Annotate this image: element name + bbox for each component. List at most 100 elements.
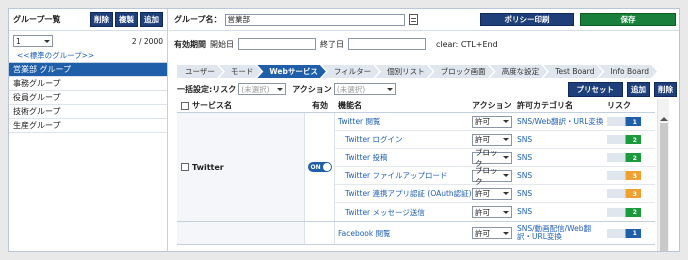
scroll-up-icon[interactable] — [660, 117, 668, 121]
chevron-down-icon — [503, 156, 509, 159]
tab-advanced-settings[interactable]: 高度な設定 — [490, 65, 548, 78]
action-value: 許可 — [475, 207, 490, 217]
group-item-engineering[interactable]: 技術グループ — [9, 105, 167, 119]
function-name[interactable]: Twitter メッセージ送信 — [335, 207, 472, 218]
risk-level-bar: 3 — [607, 189, 641, 198]
clear-hint: clear: CTL+End — [436, 39, 498, 49]
action-select[interactable]: ブロック — [472, 148, 512, 168]
service-name-cell: Twitter — [177, 113, 305, 221]
function-name[interactable]: Twitter ファイルアップロード — [335, 170, 472, 181]
header-enabled: 有効 — [312, 101, 328, 110]
bulk-action-select[interactable]: (未選択) — [333, 83, 396, 95]
risk-level-bar: 2 — [607, 153, 641, 162]
group-item-sales[interactable]: 営業部 グループ — [9, 63, 167, 77]
chevron-down-icon — [44, 39, 50, 43]
group-item-executives[interactable]: 役員グループ — [9, 91, 167, 105]
header-service-name: サービス名 — [177, 100, 305, 111]
header-function-name: 機能名 — [338, 101, 362, 110]
chevron-down-icon — [386, 87, 393, 91]
page-count: 2 / 2000 — [131, 36, 163, 46]
delete-group-button[interactable]: 削除 — [90, 12, 113, 27]
bulk-action-value: (未選択) — [336, 84, 366, 94]
bulk-risk-select[interactable]: (未選択) — [238, 83, 287, 95]
allowed-category[interactable]: SNS — [517, 189, 605, 198]
action-select[interactable]: 許可 — [472, 187, 512, 200]
group-item-office[interactable]: 事務グループ — [9, 77, 167, 91]
allowed-category[interactable]: SNS — [517, 208, 605, 216]
standard-group-link[interactable]: <<標準のグループ>> — [9, 49, 167, 62]
group-list-header: グループ一覧 削除 複製 追加 — [9, 9, 167, 31]
group-name-input[interactable]: 営業部 — [224, 13, 405, 26]
tab-test-board[interactable]: Test Board — [543, 65, 602, 78]
allowed-category[interactable]: SNS — [517, 135, 605, 144]
preset-button[interactable]: プリセット — [567, 81, 623, 97]
allowed-category[interactable]: SNS — [517, 171, 605, 180]
select-all-checkbox[interactable] — [181, 101, 189, 110]
document-icon[interactable] — [408, 14, 418, 25]
function-name[interactable]: Twitter 閲覧 — [335, 116, 472, 127]
page-select[interactable]: 1 — [13, 35, 53, 47]
table-row: Twitter 連携アプリ認証 (OAuth認証) 許可 SNS 3 — [335, 185, 655, 203]
tab-web-services[interactable]: Webサービス — [257, 65, 325, 78]
risk-level-bar: 1 — [607, 228, 641, 238]
start-date-input[interactable] — [238, 38, 316, 50]
table-row: Twitter メッセージ送信 許可 SNS 2 — [335, 203, 655, 221]
end-date-input[interactable] — [348, 38, 426, 50]
save-button[interactable]: 保存 — [580, 13, 676, 26]
add-service-button[interactable]: 追加 — [627, 81, 650, 97]
scrollbar-thumb[interactable] — [660, 123, 668, 251]
page-select-value: 1 — [16, 36, 21, 46]
end-date-label: 終了日 — [320, 39, 344, 49]
action-select[interactable]: 許可 — [472, 227, 512, 239]
chevron-down-icon — [503, 120, 509, 123]
function-name[interactable]: Twitter 投稿 — [335, 152, 472, 163]
group-pager: 1 2 / 2000 — [9, 33, 167, 49]
tab-individual-list[interactable]: 個別リスト — [375, 65, 433, 78]
group-item-production[interactable]: 生産グループ — [9, 119, 167, 133]
allowed-category[interactable]: SNS/動画配信/Web翻訳・URL変換 — [517, 225, 605, 241]
risk-level-bar: 3 — [607, 171, 641, 180]
group-name-label: グループ名： — [174, 15, 222, 24]
policy-tabs: ユーザー モード Webサービス フィルター 個別リスト ブロック画面 高度な設… — [177, 65, 653, 78]
tab-info-board[interactable]: Info Board — [598, 65, 657, 78]
tab-filter[interactable]: フィルター — [322, 65, 379, 78]
bulk-action-label: アクション — [292, 84, 332, 94]
allowed-category[interactable]: SNS/Web翻訳・URL変換 — [517, 117, 605, 126]
table-header: サービス名 有効 機能名 アクション 許可カテゴリ名 リスク — [177, 99, 655, 113]
action-value: 許可 — [475, 228, 490, 238]
group-name-value: 営業部 — [227, 15, 251, 24]
action-value: 許可 — [475, 117, 490, 126]
risk-level-bar: 1 — [607, 117, 641, 126]
start-date-label: 開始日 — [210, 39, 234, 49]
tab-mode[interactable]: モード — [219, 65, 262, 78]
period-label: 有効期間 — [174, 39, 206, 49]
chevron-down-icon — [503, 138, 509, 141]
delete-service-button[interactable]: 削除 — [654, 81, 677, 97]
function-name[interactable]: Twitter ログイン — [335, 134, 472, 145]
policy-editor: グループ名： 営業部 ポリシー印刷 保存 有効期間 開始日 終了日 clear:… — [169, 9, 679, 251]
service-checkbox[interactable] — [181, 163, 189, 171]
duplicate-group-button[interactable]: 複製 — [115, 12, 138, 27]
tab-block-screen[interactable]: ブロック画面 — [429, 65, 494, 78]
group-list-panel: グループ一覧 削除 複製 追加 1 2 / 2000 <<標準のグループ>> 営… — [9, 9, 168, 251]
add-group-button[interactable]: 追加 — [140, 12, 163, 27]
function-rows: Twitter 閲覧 許可 SNS/Web翻訳・URL変換 1 Twitter … — [335, 113, 655, 221]
enabled-toggle[interactable]: ON — [307, 162, 332, 172]
action-select[interactable]: 許可 — [472, 133, 512, 146]
table-body: Twitter ON Twitter 閲覧 許可 SNS/Web翻訳・URL変換… — [177, 113, 655, 245]
policy-print-button[interactable]: ポリシー印刷 — [480, 13, 574, 26]
function-name[interactable]: Facebook 閲覧 — [335, 228, 472, 239]
action-select[interactable]: ブロック — [472, 166, 512, 186]
header-allowed-category: 許可カテゴリ名 — [517, 101, 573, 110]
function-rows: Facebook 閲覧 許可 SNS/動画配信/Web翻訳・URL変換 1 — [335, 222, 655, 244]
action-select[interactable]: 許可 — [472, 115, 512, 128]
table-scrollbar[interactable] — [657, 99, 669, 251]
allowed-category[interactable]: SNS — [517, 153, 605, 162]
risk-level-bar: 2 — [607, 135, 641, 144]
service-block-facebook: Facebook 閲覧 許可 SNS/動画配信/Web翻訳・URL変換 1 — [177, 222, 655, 245]
bulk-risk-value: (未選択) — [241, 84, 270, 94]
function-name[interactable]: Twitter 連携アプリ認証 (OAuth認証) — [335, 188, 472, 199]
table-row: Facebook 閲覧 許可 SNS/動画配信/Web翻訳・URL変換 1 — [335, 222, 655, 244]
action-select[interactable]: 許可 — [472, 206, 512, 218]
tab-users[interactable]: ユーザー — [177, 65, 223, 78]
